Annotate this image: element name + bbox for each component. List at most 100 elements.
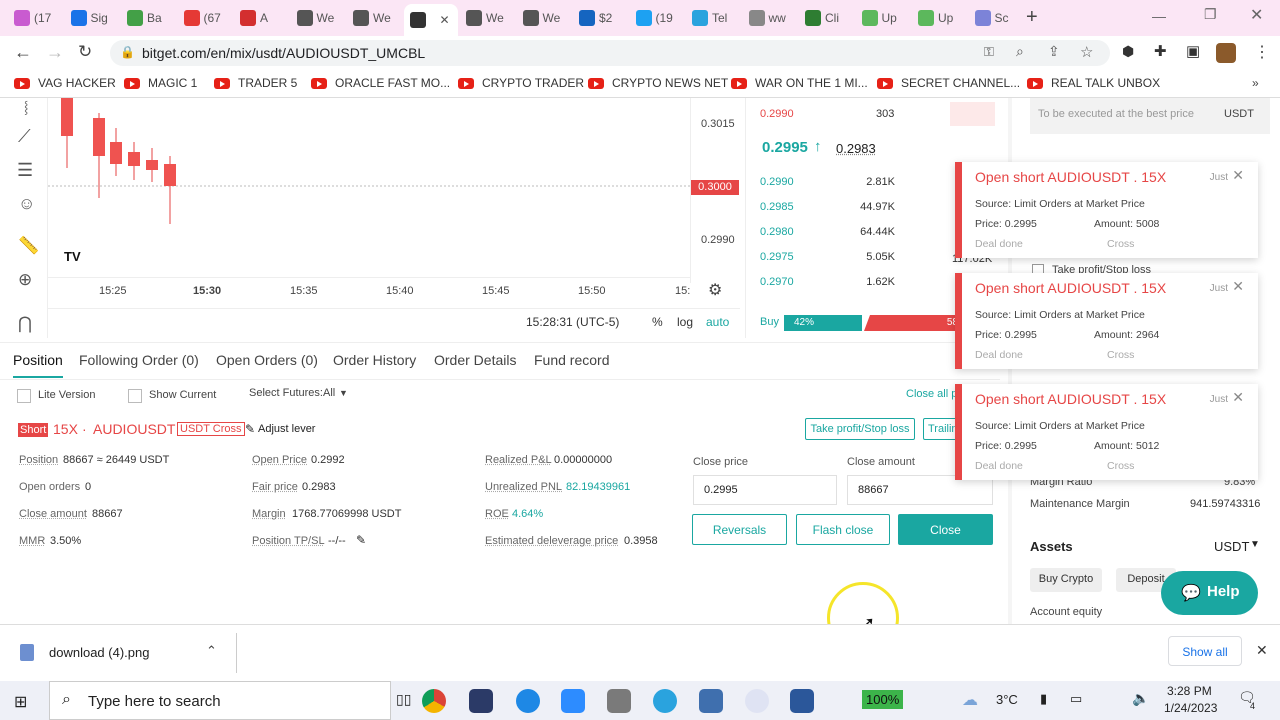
sidepanel-icon[interactable]: ▣ [1186,42,1200,60]
position-tab[interactable]: Following Order (0) [79,352,199,368]
bid-price[interactable]: 0.2980 [760,226,794,238]
zoom-icon[interactable]: ⌕ [1016,43,1024,60]
chevron-down-icon[interactable]: ▼ [1250,539,1260,550]
browser-tab[interactable]: (19 [630,4,685,32]
browser-tab[interactable]: We [347,4,402,32]
network-icon[interactable]: ▭ [1070,691,1082,707]
position-tab[interactable]: Position [13,352,63,378]
clock-date[interactable]: 1/24/2023 [1164,701,1217,715]
trend-tool-icon[interactable]: ⟋ [18,126,31,147]
bookmark-item[interactable]: SECRET CHANNEL... [877,76,1020,90]
close-tab-icon[interactable]: ✕ [440,13,450,27]
show-current-checkbox[interactable] [128,389,142,403]
app-icon[interactable] [469,689,493,713]
select-futures-dropdown[interactable]: Select Futures:All [249,387,335,399]
close-toast-icon[interactable]: ✕ [1232,167,1244,184]
download-filename[interactable]: download (4).png [49,645,149,660]
ask-price[interactable]: 0.2990 [760,108,794,120]
flash-close-button[interactable]: Flash close [796,514,890,545]
close-price-input[interactable]: 0.2995 [693,475,837,505]
telegram-icon[interactable] [653,689,677,713]
bookmark-item[interactable]: CRYPTO TRADER [458,76,584,90]
browser-tab[interactable]: ww [743,4,798,32]
magnet-icon[interactable]: ⋂ [18,314,32,334]
back-icon[interactable]: ← [14,42,32,63]
photos-icon[interactable] [699,689,723,713]
chrome-icon[interactable] [422,689,446,713]
new-tab-icon[interactable]: + [1026,6,1038,29]
zoom-icon[interactable] [561,689,585,713]
buy-crypto-button[interactable]: Buy Crypto [1030,568,1102,592]
position-tab[interactable]: Order Details [434,352,516,368]
temperature[interactable]: 3°C [996,692,1018,707]
close-all-link[interactable]: Close all p [906,388,957,400]
tpsl-button[interactable]: Take profit/Stop loss [805,418,915,440]
adjust-lever-link[interactable]: Adjust lever [258,423,315,435]
close-button[interactable]: Close [898,514,993,545]
task-view-icon[interactable]: ▯▯ [396,691,411,708]
battery-indicator[interactable]: 100% [862,690,904,709]
lite-version-checkbox[interactable] [17,389,31,403]
close-window-icon[interactable]: ✕ [1250,5,1263,25]
forward-icon[interactable]: → [46,42,64,63]
browser-tab[interactable]: Up [856,4,911,32]
order-toast[interactable]: Open short AUDIOUSDT . 15X Just Source: Li… [955,273,1258,369]
windows-start-icon[interactable]: ⊞ [14,692,27,712]
taskbar-search[interactable]: ⌕ Type here to search [49,681,391,720]
bookmark-item[interactable]: ORACLE FAST MO... [311,76,450,90]
browser-tab[interactable]: Tel [686,4,741,32]
share-icon[interactable]: ⇪ [1048,43,1060,60]
browser-tab[interactable]: We [291,4,346,32]
browser-tab[interactable]: A [234,4,289,32]
show-all-button[interactable]: Show all [1168,636,1242,666]
calculator-icon[interactable] [607,689,631,713]
order-toast[interactable]: Open short AUDIOUSDT . 15X Just Source: Li… [955,162,1258,258]
zoom-in-icon[interactable]: ⊕ [18,270,32,290]
browser-tab[interactable]: (67 [178,4,233,32]
recorder-icon[interactable] [745,689,769,713]
browser-tab[interactable]: Sc [969,4,1024,32]
url-field[interactable]: 🔒 bitget.com/en/mix/usdt/AUDIOUSDT_UMCBL… [110,40,1110,66]
minimize-icon[interactable]: — [1152,8,1166,24]
word-icon[interactable] [790,689,814,713]
position-tab[interactable]: Order History [333,352,416,368]
restore-icon[interactable]: ❐ [1204,6,1217,23]
crosshair-icon[interactable]: ⸾ [24,98,28,115]
reload-icon[interactable]: ↻ [78,42,92,62]
auto-toggle[interactable]: auto [706,315,729,329]
star-icon[interactable]: ☆ [1080,43,1093,61]
maps-icon[interactable] [516,689,540,713]
lock-icon[interactable]: 🔒 [120,45,135,59]
chevron-down-icon[interactable]: ▼ [339,388,348,398]
profile-avatar[interactable] [1216,43,1236,63]
position-tab[interactable]: Open Orders (0) [216,352,318,368]
log-toggle[interactable]: log [677,315,693,329]
bookmark-item[interactable]: REAL TALK UNBOX [1027,76,1160,90]
mic-icon[interactable]: ▮ [1040,691,1047,707]
browser-tab[interactable]: $2 [573,4,628,32]
bid-price[interactable]: 0.2985 [760,201,794,213]
browser-tab[interactable]: We [517,4,572,32]
browser-tab[interactable]: Sig [65,4,120,32]
more-bookmarks-icon[interactable]: » [1252,76,1259,90]
chart-settings-icon[interactable]: ⚙ [708,280,722,300]
browser-tab[interactable]: (17 [8,4,63,32]
bid-price[interactable]: 0.2970 [760,276,794,288]
volume-icon[interactable]: 🔈 [1132,690,1149,707]
browser-tab[interactable]: ✕ [403,4,458,36]
close-toast-icon[interactable]: ✕ [1232,389,1244,406]
bookmark-item[interactable]: WAR ON THE 1 MI... [731,76,868,90]
bookmark-item[interactable]: MAGIC 1 [124,76,197,90]
percent-toggle[interactable]: % [652,315,663,329]
bookmark-item[interactable]: TRADER 5 [214,76,297,90]
reversals-button[interactable]: Reversals [692,514,787,545]
key-icon[interactable]: ⚿ [984,44,994,60]
market-price-field[interactable]: To be executed at the best price USDT [1030,98,1270,134]
bookmark-item[interactable]: VAG HACKER [14,76,116,90]
emoji-tool-icon[interactable]: ☺ [18,194,35,214]
menu-icon[interactable]: ⋮ [1254,42,1270,62]
browser-tab[interactable]: Cli [799,4,854,32]
assets-unit-select[interactable]: USDT [1214,539,1249,554]
edit-tpsl-icon[interactable]: ✎ [356,533,366,547]
ruler-icon[interactable]: 📏 [18,236,39,256]
